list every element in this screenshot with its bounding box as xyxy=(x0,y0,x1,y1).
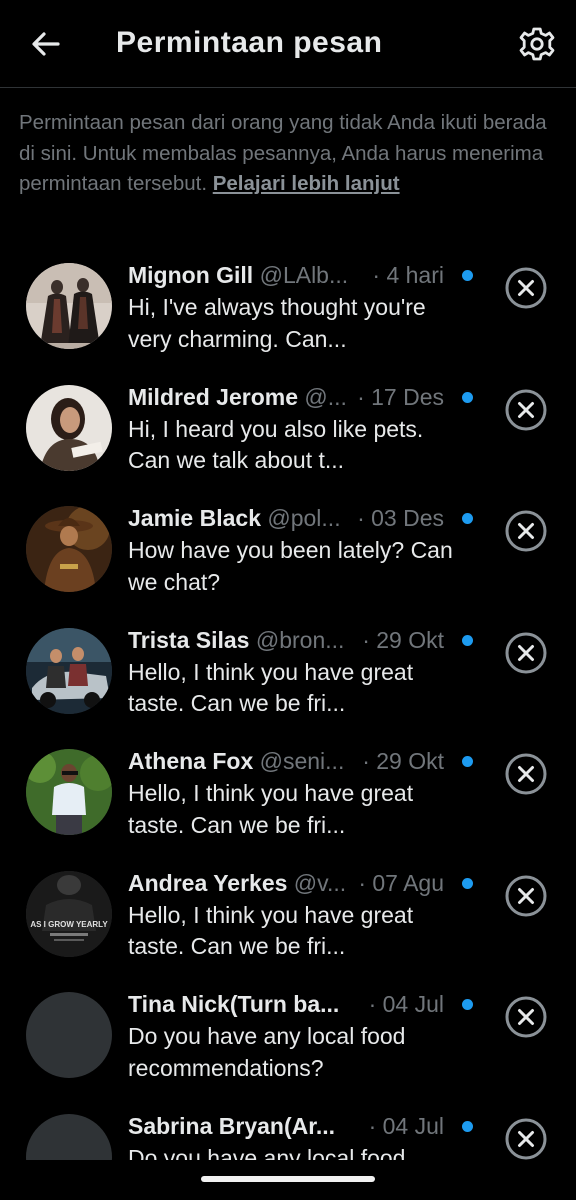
dismiss-button[interactable] xyxy=(504,388,548,432)
list-item[interactable]: Trista Silas @bron... · 29 Okt Hello, I … xyxy=(0,613,576,735)
sender-handle: @pol... xyxy=(267,505,341,531)
list-item[interactable]: Sabrina Bryan(Ar... · 04 Jul Do you have… xyxy=(0,1099,576,1161)
settings-button[interactable] xyxy=(518,25,556,63)
sender-name: Athena Fox xyxy=(128,748,254,774)
list-item[interactable]: Mignon Gill @LAlb... · 4 hari Hi, I've a… xyxy=(0,248,576,370)
dismiss-button[interactable] xyxy=(504,631,548,675)
sender-name: Mignon Gill xyxy=(128,262,254,288)
sender-name: Sabrina Bryan(Ar... xyxy=(128,1112,336,1139)
sender-handle: @seni... xyxy=(259,748,345,774)
arrow-left-icon xyxy=(32,32,60,56)
dismiss-button[interactable] xyxy=(504,509,548,553)
dismiss-button[interactable] xyxy=(504,874,548,918)
avatar[interactable] xyxy=(26,749,112,835)
unread-dot xyxy=(462,513,473,524)
message-date: · 4 hari xyxy=(364,262,444,289)
message-preview: Hi, I've always thought you're very char… xyxy=(128,294,426,352)
unread-dot xyxy=(462,1120,473,1132)
sender-handle: @v... xyxy=(293,869,347,896)
close-circle-icon xyxy=(505,510,547,552)
unread-dot xyxy=(462,391,473,403)
back-button[interactable] xyxy=(28,26,64,62)
unread-dot xyxy=(462,877,473,889)
list-item[interactable]: Tina Nick(Turn ba... · 04 Jul Do you hav… xyxy=(0,977,576,1099)
dismiss-button[interactable] xyxy=(504,995,548,1039)
list-item[interactable]: Mildred Jerome @... · 17 Des Hi, I heard… xyxy=(0,370,576,492)
sender-name: Mildred Jerome xyxy=(128,383,298,410)
close-circle-icon xyxy=(505,267,547,309)
sender-name: Jamie Black xyxy=(128,505,261,531)
message-date: · 17 Des xyxy=(349,383,444,411)
avatar[interactable] xyxy=(26,627,112,714)
avatar[interactable] xyxy=(26,384,112,471)
home-indicator[interactable] xyxy=(201,1176,375,1182)
sender-handle: @LAlb... xyxy=(259,262,349,288)
message-preview: Do you have any local food recommendatio… xyxy=(128,1144,406,1161)
sender-handle: @bron... xyxy=(255,626,345,653)
info-text: Permintaan pesan dari orang yang tidak A… xyxy=(19,108,559,200)
avatar[interactable] xyxy=(26,992,112,1078)
close-circle-icon xyxy=(505,632,547,673)
message-preview: Hello, I think you have great taste. Can… xyxy=(128,658,414,717)
message-date: · 04 Jul xyxy=(360,991,444,1018)
message-preview: Hello, I think you have great taste. Can… xyxy=(128,780,414,838)
message-request-list: Mignon Gill @LAlb... · 4 hari Hi, I've a… xyxy=(0,248,576,1160)
avatar[interactable] xyxy=(26,1113,112,1160)
header-bar: Permintaan pesan xyxy=(0,0,576,88)
list-item[interactable]: Jamie Black @pol... · 03 Des How have yo… xyxy=(0,491,576,613)
message-date: · 03 Des xyxy=(349,505,444,532)
message-preview: Hi, I heard you also like pets. Can we t… xyxy=(128,415,424,474)
list-item[interactable]: AS I GROW YEARLY Andrea Yerkes @v... · 0… xyxy=(0,856,576,978)
sender-handle: @... xyxy=(304,383,347,410)
sender-name: Andrea Yerkes xyxy=(128,869,288,896)
unread-dot xyxy=(462,999,473,1010)
avatar[interactable] xyxy=(26,263,112,349)
message-preview: Do you have any local food recommendatio… xyxy=(128,1023,406,1081)
page-title: Permintaan pesan xyxy=(116,26,383,59)
close-circle-icon xyxy=(505,996,547,1038)
message-date: · 04 Jul xyxy=(360,1112,444,1140)
message-preview: Hello, I think you have great taste. Can… xyxy=(128,901,414,960)
message-date: · 29 Okt xyxy=(354,748,444,775)
unread-dot xyxy=(462,756,473,767)
unread-dot xyxy=(462,634,473,646)
dismiss-button[interactable] xyxy=(504,1117,548,1161)
message-date: · 07 Agu xyxy=(350,869,444,897)
close-circle-icon xyxy=(505,875,547,916)
sender-name: Trista Silas xyxy=(128,626,250,653)
sender-name: Tina Nick(Turn ba... xyxy=(128,991,340,1017)
unread-dot xyxy=(462,270,473,281)
list-item[interactable]: Athena Fox @seni... · 29 Okt Hello, I th… xyxy=(0,734,576,856)
close-circle-icon xyxy=(505,389,547,430)
dismiss-button[interactable] xyxy=(504,266,548,310)
close-circle-icon xyxy=(505,753,547,795)
avatar[interactable] xyxy=(26,506,112,592)
message-date: · 29 Okt xyxy=(354,626,444,654)
learn-more-link[interactable]: Pelajari lebih lanjut xyxy=(213,172,400,195)
message-preview: How have you been lately? Can we chat? xyxy=(128,537,453,595)
dismiss-button[interactable] xyxy=(504,752,548,796)
avatar-text: AS I GROW YEARLY xyxy=(30,920,108,929)
avatar[interactable]: AS I GROW YEARLY xyxy=(26,870,112,957)
close-circle-icon xyxy=(505,1118,547,1159)
gear-icon xyxy=(519,27,555,61)
